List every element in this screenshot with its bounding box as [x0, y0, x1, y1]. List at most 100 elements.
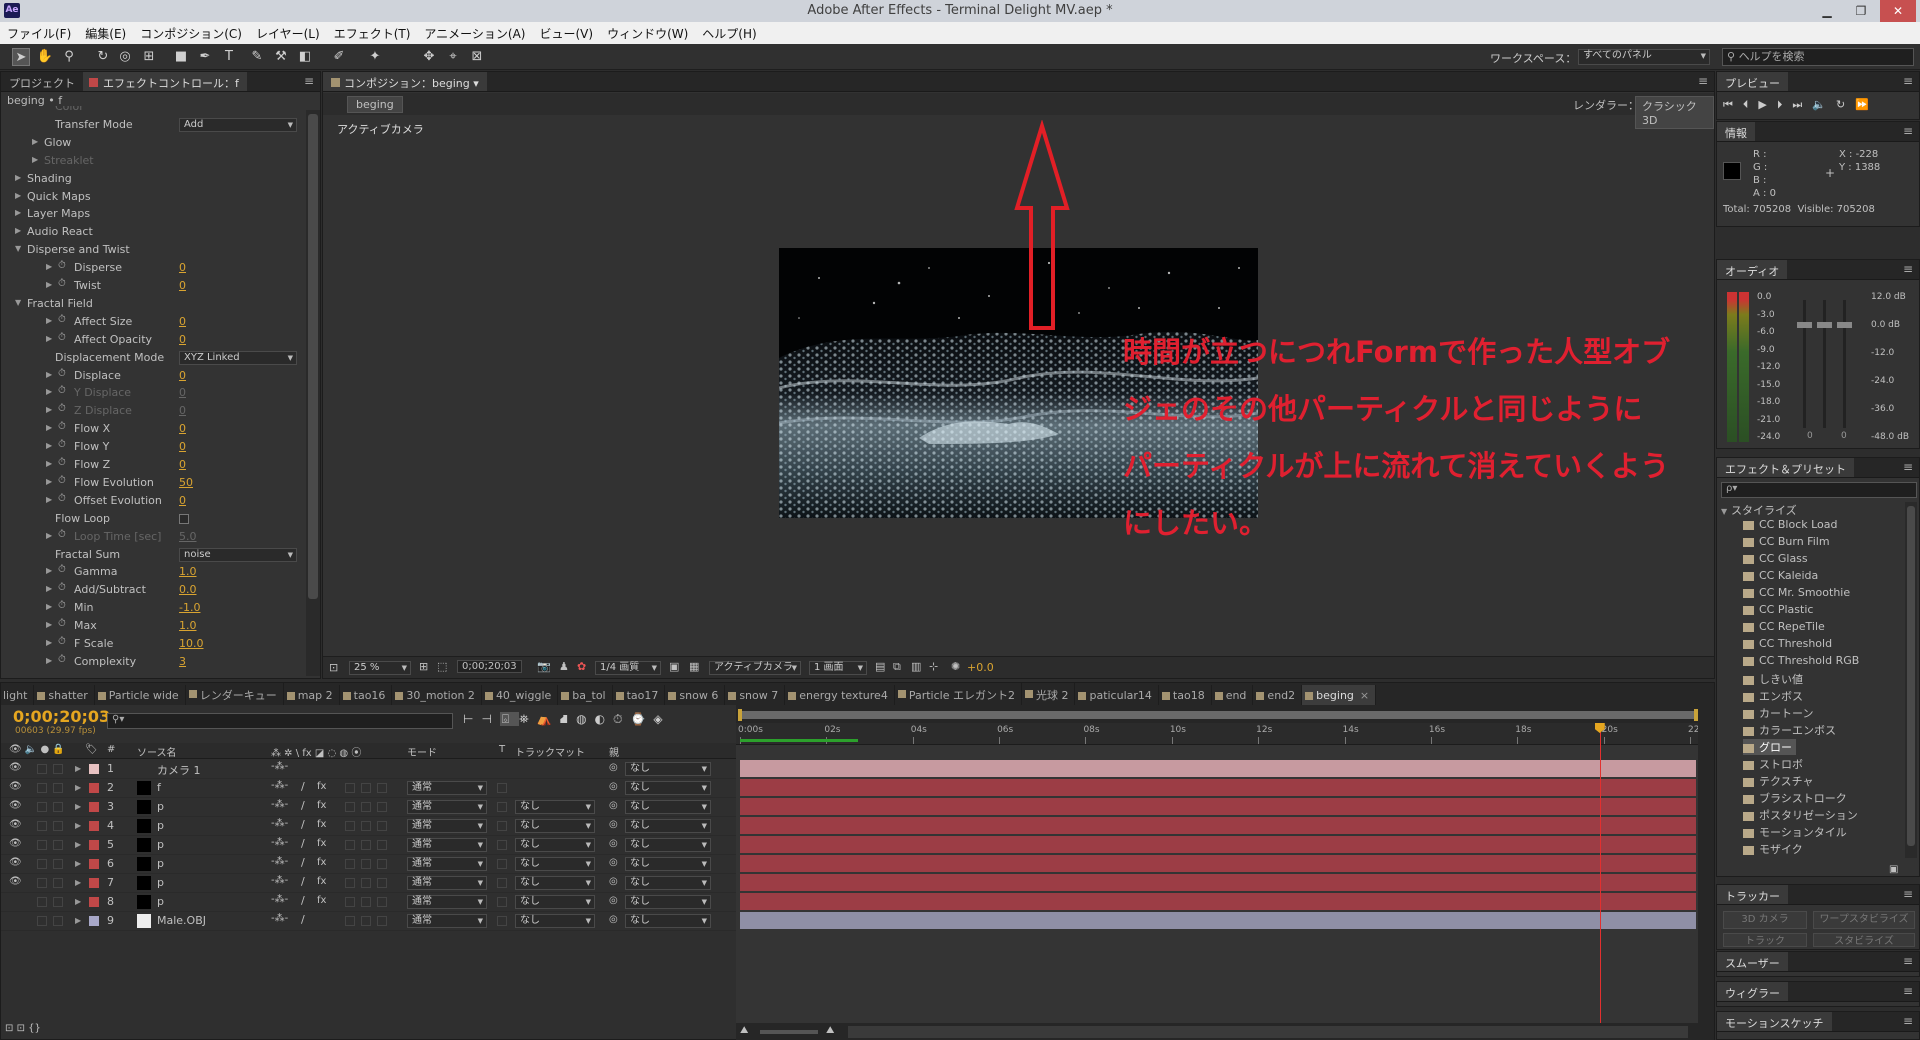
layer-name[interactable]: f [157, 781, 161, 794]
expand-in-out-icon[interactable]: {} [28, 1023, 41, 1034]
expand-mode-icon[interactable]: ⊡ [17, 1023, 25, 1034]
lock-switch[interactable] [53, 859, 63, 869]
comp-tab[interactable]: shatter [34, 685, 95, 705]
axis-mode-icon[interactable]: ✥ [420, 48, 438, 66]
timeline-horizontal-scrollbar[interactable] [848, 1026, 1688, 1038]
layer-switch-box[interactable] [377, 878, 387, 888]
effect-property-row[interactable]: ▶ ⏱ Flow Y 0 [1, 438, 306, 456]
panel-menu-icon[interactable]: ≡ [1903, 984, 1913, 998]
restore-button[interactable]: ❐ [1846, 0, 1876, 22]
effect-property-row[interactable]: ▶ ⏱ Loop Time [sec] 5.0 [1, 528, 306, 546]
twirl-closed-icon[interactable]: ▶ [15, 191, 25, 200]
zoom-tool-icon[interactable]: ⚲ [60, 48, 78, 66]
new-item-icon[interactable]: ▣ [1889, 864, 1898, 875]
warp-stabilizer-button[interactable]: ワープスタビライズ [1813, 911, 1915, 929]
property-value[interactable]: 0 [179, 422, 186, 435]
layer-switch-box[interactable] [361, 859, 371, 869]
minimize-button[interactable]: ▁ [1812, 0, 1842, 22]
layer-duration-bar[interactable] [740, 779, 1696, 796]
preserve-transparency-box[interactable] [497, 859, 507, 869]
menu-help[interactable]: ヘルプ(H) [695, 22, 763, 42]
effect-property-row[interactable]: ▶ ⏱ Min -1.0 [1, 599, 306, 617]
eye-visibility-icon[interactable]: 👁 [9, 819, 22, 830]
tab-preview[interactable]: プレビュー [1717, 72, 1788, 91]
effect-property-row[interactable]: ▼ Disperse and Twist [1, 241, 306, 259]
layer-switch-box[interactable] [361, 840, 371, 850]
effect-property-row[interactable]: ▶ ⏱ Affect Size 0 [1, 313, 306, 331]
tab-audio[interactable]: オーディオ [1717, 260, 1788, 279]
quality-switch-icon[interactable]: / [301, 837, 305, 850]
frame-blending-icon[interactable]: ⛺ [537, 712, 560, 726]
layer-label-color[interactable] [89, 859, 99, 869]
property-value[interactable]: 0 [179, 440, 186, 453]
panel-menu-icon[interactable]: ≡ [1903, 74, 1913, 88]
twirl-closed-icon[interactable]: ▶ [75, 897, 85, 906]
parent-dropdown[interactable]: なし [625, 857, 711, 871]
layer-switch-box[interactable] [361, 878, 371, 888]
preset-item[interactable]: CC Burn Film [1743, 535, 1830, 551]
comp-tab[interactable]: Particle wide [95, 685, 186, 705]
effect-property-row[interactable]: ▶ ⏱ Flow Z 0 [1, 456, 306, 474]
effect-property-row[interactable]: ▶ ⏱ Offset Evolution 0 [1, 492, 306, 510]
preserve-transparency-box[interactable] [497, 840, 507, 850]
track-matte-dropdown[interactable]: なし [515, 914, 595, 928]
shy-layers-icon[interactable]: ⛯ [519, 712, 537, 726]
shy-switch-icon[interactable]: -⁂- [271, 875, 288, 886]
lock-switch[interactable] [53, 897, 63, 907]
twirl-closed-icon[interactable]: ▶ [75, 916, 85, 925]
layer-duration-bar[interactable] [740, 798, 1696, 815]
layer-name[interactable]: p [157, 857, 164, 870]
property-value[interactable]: 0 [179, 458, 186, 471]
preset-item[interactable]: CC Plastic [1743, 603, 1813, 619]
eye-visibility-icon[interactable]: 👁 [9, 876, 22, 887]
preset-item[interactable]: CC Mr. Smoothie [1743, 586, 1850, 602]
playhead-line[interactable] [1599, 723, 1601, 1023]
snapshot-icon[interactable]: 📷 [537, 660, 551, 673]
menu-view[interactable]: ビュー(V) [532, 22, 600, 42]
quality-switch-icon[interactable]: / [301, 818, 305, 831]
layer-switch-box[interactable] [345, 878, 355, 888]
fx-switch-icon[interactable]: fx [317, 876, 326, 887]
pick-whip-icon[interactable]: ◎ [609, 876, 618, 887]
prev-frame-icon[interactable]: ⏴ [1743, 98, 1759, 111]
mask-visibility-icon[interactable]: ⬚ [437, 660, 447, 673]
layer-name[interactable]: Male.OBJ [157, 914, 206, 927]
graph-editor-icon[interactable]: ◐ [595, 712, 613, 726]
stopwatch-icon[interactable]: ⏱ [58, 618, 66, 629]
layer-name[interactable]: カメラ 1 [157, 762, 201, 778]
layer-duration-bar[interactable] [740, 874, 1696, 891]
effect-controls-scrollbar[interactable] [306, 110, 320, 676]
parent-dropdown[interactable]: なし [625, 800, 711, 814]
pick-whip-icon[interactable]: ◎ [609, 781, 618, 792]
fx-switch-icon[interactable]: fx [317, 857, 326, 868]
effect-property-row[interactable]: ▼ Fractal Field [1, 295, 306, 313]
solo-switch[interactable] [37, 821, 47, 831]
comp-tab[interactable]: ba_tol [558, 685, 613, 705]
effect-property-row[interactable]: Color ✎ [1, 106, 306, 116]
shy-switch-icon[interactable]: -⁂- [271, 818, 288, 829]
preserve-transparency-box[interactable] [497, 878, 507, 888]
magnification-dropdown[interactable]: 25 % [349, 661, 411, 675]
stopwatch-icon[interactable]: ⏱ [58, 403, 66, 414]
timeline-layer-row[interactable]: 👁 ▶ 7 p -⁂- / fx 通常 なし ◎ なし [1, 874, 744, 893]
twirl-closed-icon[interactable]: ▶ [15, 226, 25, 235]
effect-property-row[interactable]: ▶ Streaklet [1, 152, 306, 170]
tab-effect-controls[interactable]: エフェクトコントロール：f [83, 72, 247, 91]
menu-effect[interactable]: エフェクト(T) [327, 22, 418, 42]
timeline-layer-row[interactable]: 👁 ▶ 1 カメラ 1 -⁂- ◎ なし [1, 760, 744, 779]
show-snapshot-icon[interactable]: ♟ [559, 660, 569, 673]
effect-property-row[interactable]: ▶ ⏱ Flow X 0 [1, 420, 306, 438]
layer-switch-box[interactable] [345, 859, 355, 869]
layer-duration-bar[interactable] [740, 912, 1696, 929]
panel-menu-icon[interactable]: ≡ [1903, 1014, 1913, 1028]
property-value[interactable]: 0 [179, 261, 186, 274]
fx-switch-icon[interactable]: fx [317, 838, 326, 849]
lock-switch[interactable] [53, 802, 63, 812]
panel-menu-icon[interactable]: ≡ [304, 74, 314, 88]
layer-label-color[interactable] [89, 783, 99, 793]
blend-mode-dropdown[interactable]: 通常 [407, 838, 487, 852]
timeline-layer-row[interactable]: 👁 ▶ 3 p -⁂- / fx 通常 なし ◎ なし [1, 798, 744, 817]
twirl-closed-icon[interactable]: ▶ [46, 638, 56, 647]
blend-mode-dropdown[interactable]: 通常 [407, 781, 487, 795]
audio-icon[interactable]: 🔈 [1812, 98, 1836, 111]
